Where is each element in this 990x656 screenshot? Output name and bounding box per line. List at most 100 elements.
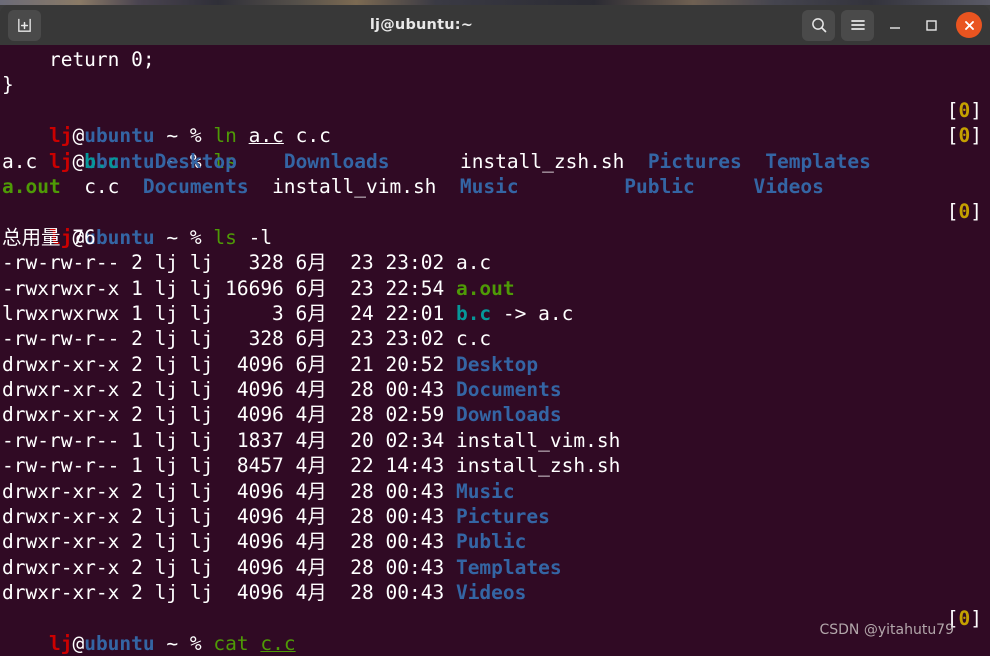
file-permissions: drwxr-xr-x xyxy=(2,378,120,402)
ls-entry-a-out: a.out xyxy=(2,174,61,198)
close-button[interactable] xyxy=(956,12,982,38)
terminal-command-line-ln: lj@ubuntu ~ % ln a.c c.c [0] xyxy=(2,98,990,147)
file-permissions: drwxr-xr-x xyxy=(2,352,120,376)
maximize-button[interactable] xyxy=(916,10,946,40)
file-owner: lj xyxy=(142,327,179,351)
ls-long-row: drwxr-xr-x 2 lj lj 4096 4月 28 00:43 Musi… xyxy=(2,479,990,504)
window-controls xyxy=(802,9,982,41)
file-day: 23 xyxy=(326,276,374,300)
file-time: 14:43 xyxy=(373,454,456,478)
file-permissions: drwxr-xr-x xyxy=(2,581,120,605)
file-month: 6月 xyxy=(283,251,327,275)
file-size: 4096 xyxy=(213,403,284,427)
file-day: 28 xyxy=(326,505,374,529)
terminal-command-line-ls: lj@ubuntu ~ % ls [0] xyxy=(2,123,990,172)
link-count: 2 xyxy=(119,479,143,503)
file-group: lj xyxy=(178,454,214,478)
terminal-line: return 0; xyxy=(2,47,990,72)
file-month: 4月 xyxy=(283,505,327,529)
file-day: 28 xyxy=(326,403,374,427)
search-button[interactable] xyxy=(802,9,835,41)
file-owner: lj xyxy=(142,530,179,554)
file-group: lj xyxy=(178,403,214,427)
file-name: install_vim.sh xyxy=(455,428,621,452)
file-day: 20 xyxy=(326,428,374,452)
file-group: lj xyxy=(178,352,214,376)
ls-long-row: drwxr-xr-x 2 lj lj 4096 4月 28 00:43 Publ… xyxy=(2,529,990,554)
file-group: lj xyxy=(178,327,214,351)
file-name: a.c xyxy=(455,251,492,275)
file-permissions: -rw-rw-r-- xyxy=(2,251,120,275)
ls-output-row: a.c b.c Desktop Downloads install_zsh.sh… xyxy=(2,149,990,174)
file-time: 23:02 xyxy=(373,251,456,275)
file-month: 4月 xyxy=(283,530,327,554)
file-name: Videos xyxy=(455,581,527,605)
file-day: 21 xyxy=(326,352,374,376)
file-group: lj xyxy=(178,428,214,452)
file-day: 28 xyxy=(326,581,374,605)
window-title: lj@ubuntu:~ xyxy=(369,17,474,33)
file-permissions: drwxr-xr-x xyxy=(2,530,120,554)
ls-entry-pictures: Pictures xyxy=(647,149,742,173)
file-owner: lj xyxy=(142,505,179,529)
file-time: 20:52 xyxy=(373,352,456,376)
window-titlebar: lj@ubuntu:~ xyxy=(0,5,990,45)
file-size: 4096 xyxy=(213,581,284,605)
ls-entry-videos: Videos xyxy=(753,174,824,198)
file-month: 6月 xyxy=(283,352,327,376)
ls-long-row: drwxr-xr-x 2 lj lj 4096 4月 28 00:43 Docu… xyxy=(2,377,990,402)
ls-entry-documents: Documents xyxy=(142,174,249,198)
file-day: 23 xyxy=(326,327,374,351)
file-size: 328 xyxy=(213,251,284,275)
file-month: 4月 xyxy=(283,378,327,402)
file-permissions: drwxr-xr-x xyxy=(2,505,120,529)
file-day: 28 xyxy=(326,378,374,402)
file-time: 00:43 xyxy=(373,378,456,402)
link-count: 2 xyxy=(119,530,143,554)
ls-entry-music: Music xyxy=(459,174,519,198)
file-size: 8457 xyxy=(213,454,284,478)
file-day: 24 xyxy=(326,301,374,325)
file-month: 4月 xyxy=(283,555,327,579)
file-group: lj xyxy=(178,378,214,402)
link-count: 2 xyxy=(119,352,143,376)
terminal-screen[interactable]: return 0; } lj@ubuntu ~ % ln a.c c.c [0]… xyxy=(0,45,990,656)
file-time: 23:02 xyxy=(373,327,456,351)
file-owner: lj xyxy=(142,352,179,376)
prompt-cwd: ~ xyxy=(166,632,179,655)
ls-total-value: 76 xyxy=(72,225,96,249)
prompt-at: @ xyxy=(72,632,85,655)
file-size: 328 xyxy=(213,327,284,351)
ls-long-row: drwxr-xr-x 2 lj lj 4096 4月 28 00:43 Pict… xyxy=(2,504,990,529)
ls-long-row: -rwxrwxr-x 1 lj lj 16696 6月 23 22:54 a.o… xyxy=(2,276,990,301)
file-name: Pictures xyxy=(455,505,550,529)
file-name: c.c xyxy=(455,327,492,351)
ls-total-line: 总用量 76 xyxy=(2,225,990,250)
file-size: 4096 xyxy=(213,505,284,529)
file-name: Public xyxy=(455,530,527,554)
exit-code-indicator: [0] xyxy=(946,98,982,122)
file-owner: lj xyxy=(142,378,179,402)
command-name: cat xyxy=(213,632,249,655)
ls-long-listing: -rw-rw-r-- 2 lj lj 328 6月 23 23:02 a.c -r… xyxy=(2,250,990,605)
file-owner: lj xyxy=(142,301,179,325)
ls-total-label: 总用量 xyxy=(2,225,61,249)
ls-entry-c-c: c.c xyxy=(84,174,120,198)
file-time: 00:43 xyxy=(373,530,456,554)
file-month: 6月 xyxy=(283,327,327,351)
file-size: 4096 xyxy=(213,555,284,579)
file-time: 02:59 xyxy=(373,403,456,427)
ls-entry-b-c: b.c xyxy=(84,149,120,173)
file-day: 23 xyxy=(326,251,374,275)
file-group: lj xyxy=(178,301,214,325)
file-time: 00:43 xyxy=(373,555,456,579)
file-permissions: -rw-rw-r-- xyxy=(2,454,120,478)
file-time: 00:43 xyxy=(373,479,456,503)
ls-long-row: -rw-rw-r-- 1 lj lj 1837 4月 20 02:34 inst… xyxy=(2,428,990,453)
minimize-button[interactable] xyxy=(880,10,910,40)
ls-long-row: drwxr-xr-x 2 lj lj 4096 6月 21 20:52 Desk… xyxy=(2,352,990,377)
file-size: 4096 xyxy=(213,378,284,402)
command-arg-1: c.c xyxy=(260,632,296,655)
menu-button[interactable] xyxy=(841,9,874,41)
new-tab-button[interactable] xyxy=(8,9,41,41)
